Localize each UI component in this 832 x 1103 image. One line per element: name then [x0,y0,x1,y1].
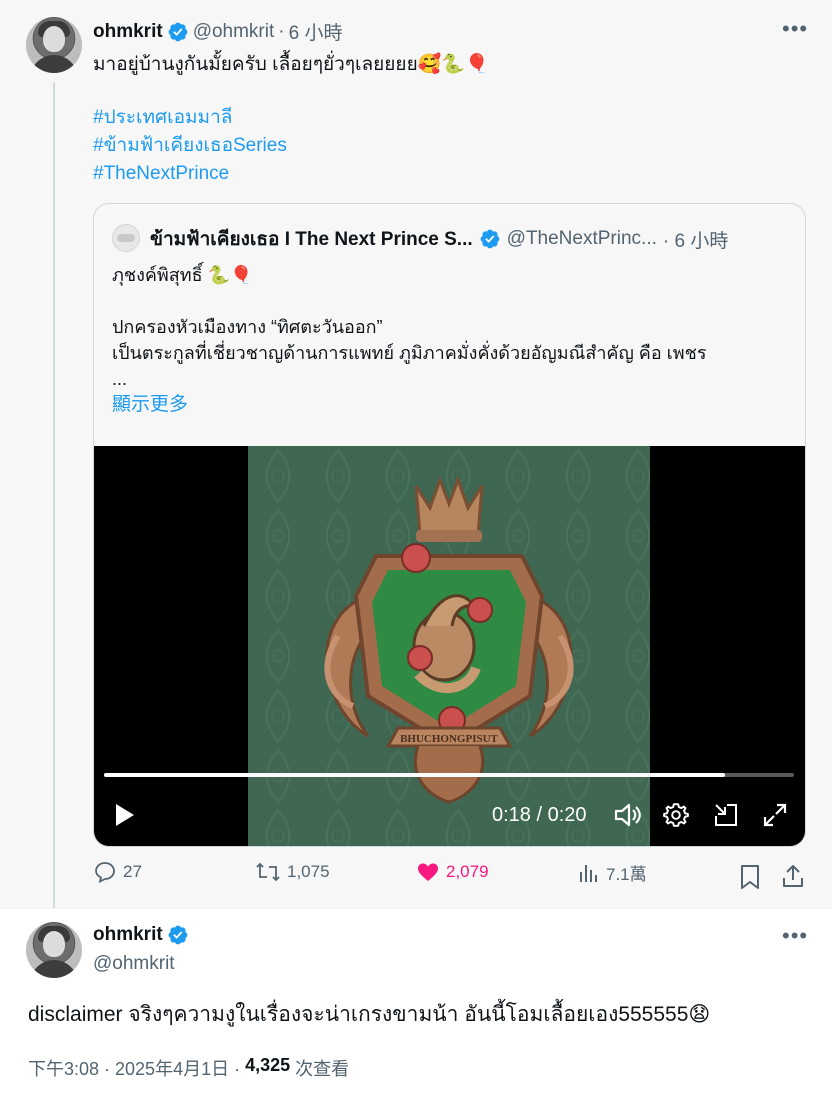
bookmark-icon[interactable] [739,864,761,890]
hashtag-link[interactable]: #ข้ามฟ้าเคียงเธอSeries [93,132,287,160]
settings-gear-icon[interactable] [663,802,689,828]
fullscreen-icon[interactable] [762,802,788,828]
tweet-reply: ohmkrit @ohmkrit ••• disclaimer จริงๆควา… [0,909,832,1103]
volume-icon[interactable] [613,801,643,829]
retweet-button[interactable]: 1,075 [255,860,330,884]
tweet-header: ohmkrit @ohmkrit · 6 小時 [93,18,342,45]
video-player[interactable]: BHUCHONGPISUT 0:18 / 0:20 [94,446,805,846]
quote-line: เป็นตระกูลที่เชี่ยวชาญด้านการแพทย์ ภูมิภ… [112,343,707,363]
quote-header: ข้ามฟ้าเคียงเธอ I The Next Prince S... @… [150,224,728,254]
retweet-icon [256,862,280,882]
reply-icon [95,862,115,884]
verified-badge-icon [480,229,500,249]
time-separator: · [278,20,285,42]
reply-header: ohmkrit [93,924,189,946]
reply-text: disclaimer จริงๆความงูในเรื่องจะน่าเกรงข… [28,1003,711,1026]
tweet-text: มาอยู่บ้านงูกันมั้ยครับ เลื้อยๆยั่วๆเลยย… [93,54,489,75]
picture-in-picture-icon[interactable] [713,802,739,828]
hashtag-link[interactable]: #ประเทศเอมมาลี [93,104,287,132]
views-count: 7.1萬 [606,865,647,884]
reply-meta: 下午3:08 · 2025年4月1日 · 4,325 次查看 [28,1055,349,1081]
views-button[interactable]: 7.1萬 [578,860,647,885]
quote-line: ปกครองหัวเมืองทาง “ทิศตะวันออก” [112,317,383,337]
tweet-time[interactable]: 6 小時 [289,18,343,45]
reply-count: 27 [123,862,142,881]
video-time: 0:18 / 0:20 [492,804,587,826]
avatar[interactable] [26,17,82,73]
reply-button[interactable]: 27 [93,860,142,884]
tweet-actions: 27 1,075 2,079 7.1萬 [93,860,813,894]
video-progress-bar[interactable] [104,773,794,777]
reply-timestamp[interactable]: 下午3:08 · 2025年4月1日 · [28,1055,240,1081]
quote-time[interactable]: · 6 小時 [663,226,728,253]
hashtag-list: #ประเทศเอมมาลี #ข้ามฟ้าเคียงเธอSeries #T… [93,104,287,188]
like-button[interactable]: 2,079 [416,860,489,884]
video-progress-fill [104,773,725,777]
tweet-main: ohmkrit @ohmkrit · 6 小時 ••• มาอยู่บ้านงู… [0,0,832,908]
retweet-count: 1,075 [287,862,330,881]
author-name[interactable]: ohmkrit [93,924,163,946]
quoted-tweet[interactable]: ข้ามฟ้าเคียงเธอ I The Next Prince S... @… [93,203,806,847]
like-count: 2,079 [446,862,489,881]
author-handle[interactable]: @ohmkrit [193,21,275,43]
avatar[interactable] [26,922,82,978]
crest-banner-text: BHUCHONGPISUT [400,733,498,745]
quote-ellipsis: ... [112,369,128,389]
verified-badge-icon [168,925,188,945]
quote-text: ภุชงค์พิสุทธิ์ 🐍🎈 ปกครองหัวเมืองทาง “ทิศ… [112,262,707,418]
crest-image: BHUCHONGPISUT [248,446,650,846]
reply-views-label: 次查看 [295,1059,350,1079]
author-handle[interactable]: @ohmkrit [93,953,175,975]
show-more-link[interactable]: 顯示更多 [112,392,707,418]
hashtag-link[interactable]: #TheNextPrince [93,160,287,188]
more-options-icon[interactable]: ••• [782,923,808,949]
quote-author-name[interactable]: ข้ามฟ้าเคียงเธอ I The Next Prince S... [150,224,473,254]
quote-author-handle[interactable]: @TheNextPrinc... [507,228,657,250]
quote-avatar[interactable] [112,224,140,252]
heart-icon [418,863,438,881]
analytics-icon [580,864,597,882]
reply-views-count: 4,325 [245,1055,291,1075]
play-icon[interactable] [114,803,136,827]
verified-badge-icon [168,22,188,41]
video-frame: BHUCHONGPISUT [248,446,650,846]
share-icon[interactable] [781,863,805,889]
quote-line: ภุชงค์พิสุทธิ์ 🐍🎈 [112,265,253,285]
author-name[interactable]: ohmkrit [93,21,163,43]
more-options-icon[interactable]: ••• [782,16,808,42]
thread-line [53,82,55,908]
